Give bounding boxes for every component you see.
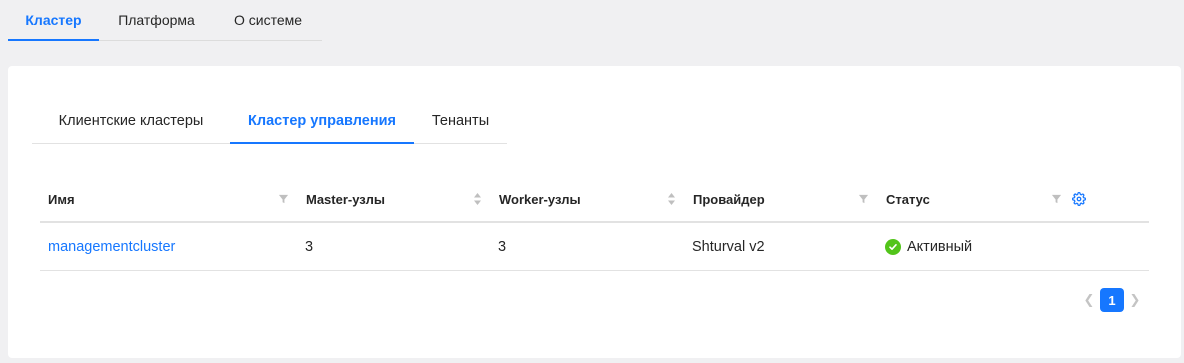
filter-icon[interactable]	[278, 194, 289, 205]
tab-client-clusters[interactable]: Клиентские кластеры	[32, 98, 230, 143]
column-label: Провайдер	[693, 191, 765, 207]
tab-management-cluster[interactable]: Кластер управления	[230, 98, 414, 144]
master-nodes-value: 3	[305, 238, 314, 255]
chevron-left-icon[interactable]: ❮	[1078, 288, 1100, 312]
top-tabs: Кластер Платформа О системе	[8, 0, 322, 41]
tab-platform[interactable]: Платформа	[99, 0, 214, 40]
column-label: Имя	[48, 191, 75, 207]
column-header-worker-nodes: Worker-узлы	[490, 177, 684, 221]
sort-icon[interactable]	[473, 192, 482, 206]
status-badge: Активный	[907, 238, 973, 255]
table-row: managementcluster 3 3 Shturval v2 Активн…	[40, 223, 1149, 271]
status-cell: Активный	[877, 223, 1070, 270]
check-circle-icon	[885, 238, 901, 255]
settings-gear-icon[interactable]	[1072, 192, 1086, 206]
column-label: Worker-узлы	[499, 191, 581, 207]
column-header-provider: Провайдер	[684, 177, 877, 221]
tab-cluster[interactable]: Кластер	[8, 0, 99, 41]
table-header: Имя Master-узлы Worker-узлы Провайдер Ст…	[40, 177, 1149, 223]
column-header-status: Статус	[877, 177, 1070, 221]
tab-tenants[interactable]: Тенанты	[414, 98, 507, 143]
clusters-table: Имя Master-узлы Worker-узлы Провайдер Ст…	[40, 177, 1149, 271]
worker-nodes-value: 3	[498, 238, 507, 255]
tab-about[interactable]: О системе	[214, 0, 322, 40]
column-label: Статус	[886, 191, 930, 207]
chevron-right-icon[interactable]: ❯	[1124, 288, 1146, 312]
provider-value: Shturval v2	[692, 238, 765, 255]
column-settings	[1070, 177, 1149, 221]
row-settings-cell	[1070, 223, 1149, 270]
pagination: ❮ 1 ❯	[1078, 288, 1146, 312]
cluster-name-link[interactable]: managementcluster	[40, 223, 297, 270]
sort-icon[interactable]	[667, 192, 676, 206]
column-label: Master-узлы	[306, 191, 385, 207]
column-header-master-nodes: Master-узлы	[297, 177, 490, 221]
column-header-name: Имя	[40, 177, 297, 221]
filter-icon[interactable]	[1051, 194, 1062, 205]
sub-tabs: Клиентские кластеры Кластер управления Т…	[32, 98, 507, 144]
page-number-button[interactable]: 1	[1100, 288, 1124, 312]
filter-icon[interactable]	[858, 194, 869, 205]
